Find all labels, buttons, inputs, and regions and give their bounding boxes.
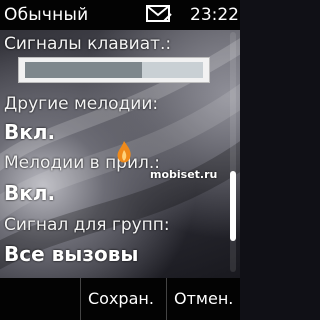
status-bar: Обычный 23:22 xyxy=(0,0,240,30)
key-tones-label: Сигналы клавиат.: xyxy=(4,34,172,54)
app-tones-label: Мелодии в прил.: xyxy=(4,153,161,173)
save-softkey[interactable]: Сохран. xyxy=(80,278,166,320)
softkey-bar: Сохран. Отмен. xyxy=(0,278,240,320)
flame-logo-icon xyxy=(114,140,134,170)
app-tones-value[interactable]: Вкл. xyxy=(4,181,55,205)
profile-name: Обычный xyxy=(4,5,89,25)
slider-track xyxy=(25,62,203,78)
save-label: Сохран. xyxy=(88,289,154,308)
envelope-icon xyxy=(146,4,172,28)
scrollbar[interactable] xyxy=(230,32,236,272)
group-alert-label: Сигнал для групп: xyxy=(4,215,170,235)
other-tones-label: Другие мелодии: xyxy=(4,94,159,114)
cancel-softkey[interactable]: Отмен. xyxy=(166,278,240,320)
cancel-label: Отмен. xyxy=(174,289,234,308)
clock: 23:22 xyxy=(190,5,239,25)
watermark-text: mobiset.ru xyxy=(150,168,218,181)
other-tones-value[interactable]: Вкл. xyxy=(4,120,55,144)
slider-fill xyxy=(25,62,142,78)
key-tones-slider[interactable] xyxy=(18,57,210,83)
softkey-left xyxy=(0,278,80,320)
group-alert-value[interactable]: Все вызовы xyxy=(4,242,138,266)
scrollbar-thumb[interactable] xyxy=(230,171,236,241)
